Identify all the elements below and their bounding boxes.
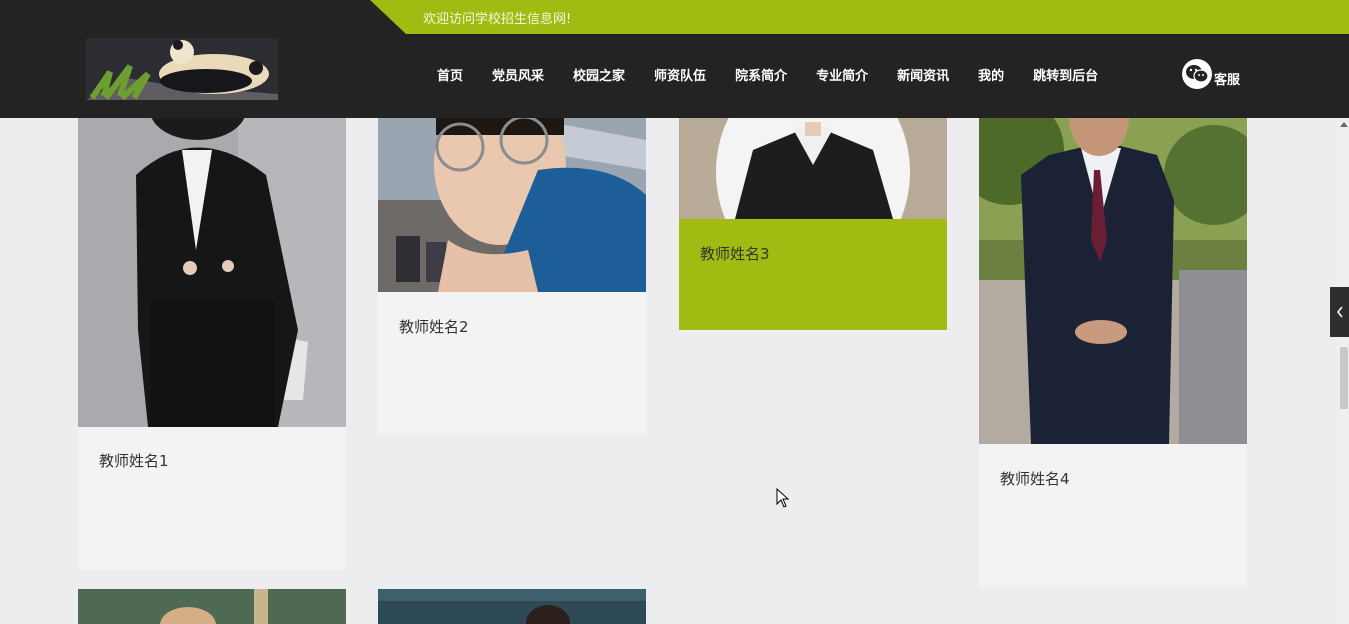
nav-admin[interactable]: 跳转到后台	[1033, 65, 1098, 84]
scrollbar-thumb[interactable]	[1340, 347, 1348, 409]
teacher-name-1[interactable]: 教师姓名1	[99, 450, 169, 471]
teacher-name-2[interactable]: 教师姓名2	[399, 316, 469, 337]
nav-faculty[interactable]: 师资队伍	[654, 65, 706, 84]
teacher-name-3[interactable]: 教师姓名3	[700, 243, 770, 264]
chevron-left-icon	[1336, 306, 1343, 318]
nav-home[interactable]: 首页	[437, 65, 463, 84]
nav-mine[interactable]: 我的	[978, 65, 1004, 84]
customer-service-label: 客服	[1214, 73, 1241, 88]
side-panel-toggle[interactable]	[1330, 287, 1349, 337]
wechat-icon	[1182, 59, 1212, 89]
mouse-cursor-icon	[776, 487, 790, 512]
nav-campus-home[interactable]: 校园之家	[573, 65, 625, 84]
teacher-card-5[interactable]	[78, 589, 346, 624]
header: 欢迎访问学校招生信息网! 首页 党员风采 校园之家 师资队伍 院系简介 专业简介…	[0, 0, 1349, 118]
main-nav: 首页 党员风采 校园之家 师资队伍 院系简介 专业简介 新闻资讯 我的 跳转到后…	[437, 65, 1127, 84]
teacher-photo-5	[78, 589, 346, 624]
teacher-name-4[interactable]: 教师姓名4	[1000, 468, 1070, 489]
customer-service-button[interactable]: 客服	[1182, 59, 1240, 89]
nav-majors[interactable]: 专业简介	[816, 65, 868, 84]
teacher-card-6[interactable]	[378, 589, 646, 624]
scroll-up-icon[interactable]	[1340, 122, 1348, 127]
nav-news[interactable]: 新闻资讯	[897, 65, 949, 84]
nav-party-members[interactable]: 党员风采	[492, 65, 544, 84]
welcome-text: 欢迎访问学校招生信息网!	[423, 12, 572, 27]
site-logo[interactable]	[86, 38, 278, 100]
teacher-photo-6	[378, 589, 646, 624]
nav-departments[interactable]: 院系简介	[735, 65, 787, 84]
